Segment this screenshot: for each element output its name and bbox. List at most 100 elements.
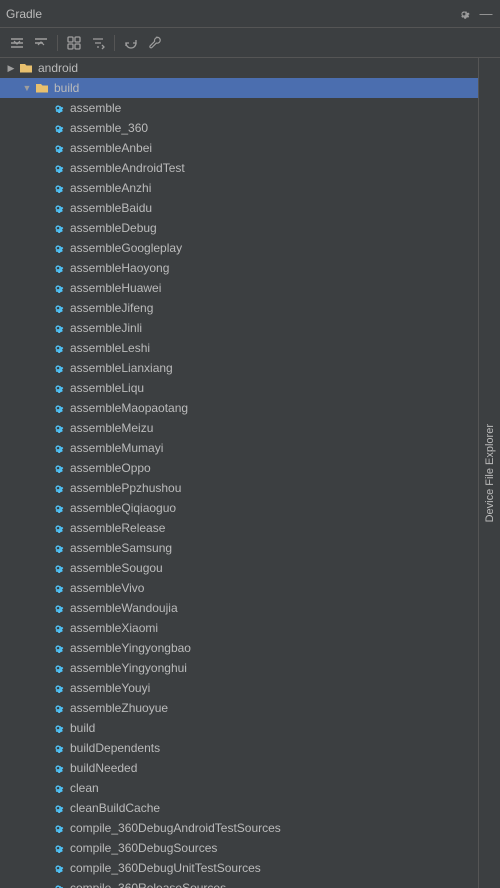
tree-item-label: assembleMumayi: [70, 441, 163, 455]
tree-item-assembleAnbei[interactable]: assembleAnbei: [0, 138, 478, 158]
tree-item-assembleYingyonghui[interactable]: assembleYingyonghui: [0, 658, 478, 678]
tree-arrow: [36, 621, 50, 635]
tree-item-assembleBaidu[interactable]: assembleBaidu: [0, 198, 478, 218]
tree-item-clean[interactable]: clean: [0, 778, 478, 798]
tree-item-assemble_360[interactable]: assemble_360: [0, 118, 478, 138]
tree-item-assembleRelease[interactable]: assembleRelease: [0, 518, 478, 538]
tree-item-label: compile_360DebugSources: [70, 841, 217, 855]
toolbar: [0, 28, 500, 58]
tree-item-assemble[interactable]: assemble: [0, 98, 478, 118]
gear-task-icon: [50, 120, 66, 136]
tree-item-compile_360DebugUnitTestSources[interactable]: compile_360DebugUnitTestSources: [0, 858, 478, 878]
settings-icon-btn[interactable]: [456, 6, 472, 22]
tree-item-assembleDebug[interactable]: assembleDebug: [0, 218, 478, 238]
tree-arrow: ▶: [4, 61, 18, 75]
tree-item-label: build: [70, 721, 95, 735]
tree-item-assembleHuawei[interactable]: assembleHuawei: [0, 278, 478, 298]
tree-item-cleanBuildCache[interactable]: cleanBuildCache: [0, 798, 478, 818]
device-file-explorer-label[interactable]: Device File Explorer: [481, 416, 499, 530]
folder-icon: [18, 60, 34, 76]
tree-arrow: [36, 161, 50, 175]
content-area: ▶ android▼ build assemble assemble_360 a…: [0, 58, 500, 888]
tree-arrow: [36, 881, 50, 888]
gear-task-icon: [50, 520, 66, 536]
tree-item-label: assembleSamsung: [70, 541, 172, 555]
tree-arrow: [36, 521, 50, 535]
tree-arrow: [36, 461, 50, 475]
tree-arrow: [36, 661, 50, 675]
tree-item-build[interactable]: ▼ build: [0, 78, 478, 98]
tree-item-buildNeeded[interactable]: buildNeeded: [0, 758, 478, 778]
tree-item-assembleYouyi[interactable]: assembleYouyi: [0, 678, 478, 698]
tree-item-assembleLiqu[interactable]: assembleLiqu: [0, 378, 478, 398]
tree-item-assembleOppo[interactable]: assembleOppo: [0, 458, 478, 478]
tree-item-assembleAnzhi[interactable]: assembleAnzhi: [0, 178, 478, 198]
minimize-icon-btn[interactable]: —: [478, 6, 494, 22]
gear-task-icon: [50, 720, 66, 736]
tree-item-buildDependents[interactable]: buildDependents: [0, 738, 478, 758]
tree-item-label: assemblePpzhushou: [70, 481, 181, 495]
expand-all-btn[interactable]: [6, 32, 28, 54]
tree-item-assembleYingyongbao[interactable]: assembleYingyongbao: [0, 638, 478, 658]
tree-item-compile_360DebugSources[interactable]: compile_360DebugSources: [0, 838, 478, 858]
toolbar-sep-1: [57, 35, 58, 51]
tree-item-assembleJinli[interactable]: assembleJinli: [0, 318, 478, 338]
tree-item-label: assembleYingyongbao: [70, 641, 191, 655]
tree-item-compile_360DebugAndroidTestSources[interactable]: compile_360DebugAndroidTestSources: [0, 818, 478, 838]
tree-arrow: [36, 301, 50, 315]
group-btn[interactable]: [63, 32, 85, 54]
wrench-btn[interactable]: [144, 32, 166, 54]
tree-item-assembleQiqiaoguo[interactable]: assembleQiqiaoguo: [0, 498, 478, 518]
tree-item-android[interactable]: ▶ android: [0, 58, 478, 78]
gear-task-icon: [50, 640, 66, 656]
tree-item-label: assembleWandoujia: [70, 601, 178, 615]
tree-item-label: assembleMeizu: [70, 421, 153, 435]
tree-item-assembleJifeng[interactable]: assembleJifeng: [0, 298, 478, 318]
tree-arrow: [36, 741, 50, 755]
tree-arrow: [36, 801, 50, 815]
tree-item-assembleMaopaotang[interactable]: assembleMaopaotang: [0, 398, 478, 418]
tree-item-label: assembleHaoyong: [70, 261, 169, 275]
tree-item-assemblePpzhushou[interactable]: assemblePpzhushou: [0, 478, 478, 498]
tree-item-label: assembleAndroidTest: [70, 161, 185, 175]
tree-arrow: [36, 681, 50, 695]
tree-item-assembleMumayi[interactable]: assembleMumayi: [0, 438, 478, 458]
panel-title: Gradle: [6, 7, 42, 21]
tree-item-label: assembleLeshi: [70, 341, 150, 355]
tree-item-compile_360ReleaseSources[interactable]: compile_360ReleaseSources: [0, 878, 478, 888]
sort-btn[interactable]: [87, 32, 109, 54]
tree-item-assembleZhuoyue[interactable]: assembleZhuoyue: [0, 698, 478, 718]
tree-item-assembleGoogleplay[interactable]: assembleGoogleplay: [0, 238, 478, 258]
tree-item-assembleHaoyong[interactable]: assembleHaoyong: [0, 258, 478, 278]
tree-item-assembleXiaomi[interactable]: assembleXiaomi: [0, 618, 478, 638]
tree-arrow: [36, 861, 50, 875]
gear-task-icon: [50, 700, 66, 716]
tree-item-label: assembleYouyi: [70, 681, 150, 695]
tree-arrow: [36, 261, 50, 275]
tree-item-label: android: [38, 61, 78, 75]
tree-arrow: [36, 601, 50, 615]
tree-arrow: [36, 281, 50, 295]
tree-item-build_task[interactable]: build: [0, 718, 478, 738]
gear-task-icon: [50, 420, 66, 436]
tree-item-assembleSougou[interactable]: assembleSougou: [0, 558, 478, 578]
gear-task-icon: [50, 880, 66, 888]
gear-task-icon: [50, 380, 66, 396]
gear-task-icon: [50, 140, 66, 156]
tree-item-assembleAndroidTest[interactable]: assembleAndroidTest: [0, 158, 478, 178]
collapse-all-btn[interactable]: [30, 32, 52, 54]
gear-task-icon: [50, 600, 66, 616]
tree-container[interactable]: ▶ android▼ build assemble assemble_360 a…: [0, 58, 478, 888]
tree-item-assembleLeshi[interactable]: assembleLeshi: [0, 338, 478, 358]
tree-item-assembleVivo[interactable]: assembleVivo: [0, 578, 478, 598]
tree-item-assembleLianxiang[interactable]: assembleLianxiang: [0, 358, 478, 378]
gear-task-icon: [50, 500, 66, 516]
tree-item-assembleMeizu[interactable]: assembleMeizu: [0, 418, 478, 438]
toolbar-sep-2: [114, 35, 115, 51]
tree-arrow: [36, 701, 50, 715]
tree-item-assembleSamsung[interactable]: assembleSamsung: [0, 538, 478, 558]
tree-item-assembleWandoujia[interactable]: assembleWandoujia: [0, 598, 478, 618]
sync-btn[interactable]: [120, 32, 142, 54]
tree-arrow: [36, 581, 50, 595]
gear-task-icon: [50, 560, 66, 576]
